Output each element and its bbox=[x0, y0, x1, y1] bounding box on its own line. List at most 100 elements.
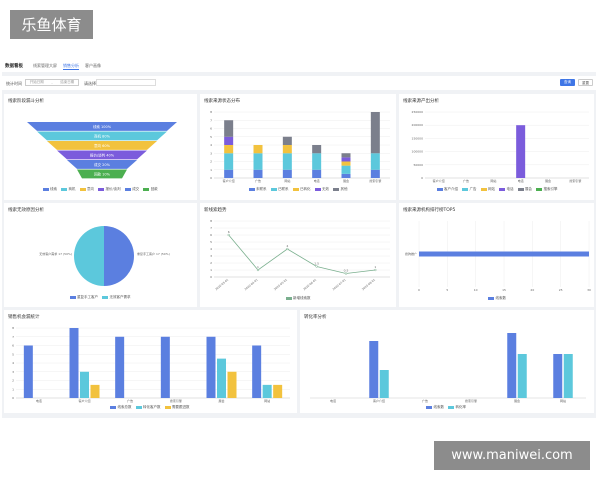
legend-item[interactable]: 新增线索数 bbox=[285, 296, 311, 301]
legend-label: 其他 bbox=[340, 187, 348, 191]
legend-item[interactable]: 成交 bbox=[124, 187, 139, 192]
legend-item[interactable]: 线索总数 bbox=[110, 405, 132, 410]
date-label: 统计时间 bbox=[6, 81, 22, 86]
watermark-url: www.maniwei.com bbox=[434, 441, 590, 470]
y-tick-label: 搜狗推广 bbox=[405, 251, 417, 256]
legend-item[interactable]: 无效客户需求 bbox=[102, 295, 131, 300]
trend-panel: 新线索趋势 0 1 2 3 4 5 6 7 8 6 2020-03-01 1 2020-04-01 4 20… bbox=[200, 203, 396, 307]
y-tick-label: 3 bbox=[210, 254, 212, 258]
legend-item[interactable]: 转化客户数 bbox=[135, 405, 161, 410]
legend-item[interactable]: 电话 bbox=[499, 187, 514, 192]
x-tick-label: 展会 bbox=[343, 178, 349, 183]
region-select[interactable] bbox=[96, 79, 156, 86]
bar-segment bbox=[224, 153, 234, 170]
filter-bar: 统计时间 开始日期 - 结束日期 请选择 查询 重置 bbox=[2, 76, 596, 90]
legend-item[interactable]: 回款 bbox=[143, 187, 158, 192]
trend-line-chart: 0 1 2 3 4 5 6 7 8 6 2020-03-01 1 2020-04-01 4 2020-05-… bbox=[210, 219, 390, 292]
x-tick-label: 广告 bbox=[422, 398, 428, 403]
funnel-stage-label: 商机 80% bbox=[94, 134, 111, 139]
data-point bbox=[286, 247, 289, 251]
legend-item[interactable]: 广告 bbox=[462, 187, 477, 192]
bar bbox=[379, 370, 389, 398]
pie-slice bbox=[104, 226, 134, 286]
type-pie-chart: 无效客户需求 17 (50%) 重复手工客户 17 (50%) bbox=[39, 226, 170, 286]
legend-item[interactable]: 已联系 bbox=[270, 187, 289, 192]
legend-item[interactable]: 转化率 bbox=[448, 405, 466, 410]
data-label: 1 bbox=[257, 265, 259, 269]
tab-customer-profile[interactable]: 客户画像 bbox=[85, 63, 101, 69]
legend-item[interactable]: 报价/谈判 bbox=[98, 187, 121, 192]
date-range-picker[interactable]: 开始日期 - 结束日期 bbox=[25, 79, 79, 86]
legend-item[interactable]: 线索数 bbox=[426, 405, 444, 410]
legend-item[interactable]: 展会 bbox=[517, 187, 532, 192]
chart-legend: 线索数 bbox=[488, 296, 506, 301]
type-panel: 线索无效原因分析 无效客户需求 17 (50%) 重复手工客户 17 (50%) … bbox=[4, 203, 197, 307]
y-tick-label: 5 bbox=[12, 352, 14, 356]
bar-segment bbox=[282, 145, 292, 154]
legend-item[interactable]: 商机 bbox=[61, 187, 76, 192]
legend-item[interactable]: 客户介绍 bbox=[436, 187, 458, 192]
follow-panel: 销售机会漏统计 0 1 2 3 4 5 6 7 8 电话 客户介绍 广告 搜索引擎 展会 网站 线索总数 转化… bbox=[4, 310, 297, 413]
legend-label: 线索总数 bbox=[117, 405, 132, 409]
legend-label: 已联系 bbox=[278, 187, 289, 191]
bar-segment bbox=[312, 153, 322, 170]
bar-segment bbox=[341, 165, 351, 174]
reset-button[interactable]: 重置 bbox=[578, 79, 593, 86]
legend-label: 未联系 bbox=[256, 187, 267, 191]
legend-item[interactable]: 已转化 bbox=[292, 187, 311, 192]
x-tick-label: 电话 bbox=[330, 398, 336, 403]
x-tick-label: 10 bbox=[474, 288, 478, 292]
bar bbox=[206, 336, 216, 398]
legend-item[interactable]: 网站 bbox=[480, 187, 495, 192]
y-tick-label: 0 bbox=[210, 275, 212, 279]
legend-item[interactable]: 线索 bbox=[42, 187, 57, 192]
legend-swatch bbox=[79, 188, 86, 191]
chart-legend: 线索 商机 意向 报价/谈判 成交 回款 bbox=[42, 187, 158, 192]
y-tick-label: 7 bbox=[210, 226, 212, 230]
legend-item[interactable]: 线索数 bbox=[488, 296, 506, 301]
x-tick-label: 5 bbox=[446, 288, 448, 292]
legend-swatch bbox=[436, 188, 443, 191]
legend-item[interactable]: 重复手工客户 bbox=[69, 295, 98, 300]
top5-panel: 线索来源机构排行榜TOP5 0 5 10 15 20 25 30 搜狗推广 线索数 bbox=[399, 203, 594, 307]
data-point bbox=[374, 268, 377, 272]
x-tick-label: 展会 bbox=[545, 178, 551, 183]
legend-swatch bbox=[69, 296, 76, 299]
x-tick-label: 15 bbox=[502, 288, 506, 292]
bar-segment bbox=[341, 153, 351, 158]
chart-legend: 客户介绍 广告 网站 电话 展会 搜索引擎 bbox=[436, 187, 558, 192]
legend-label: 展会 bbox=[525, 187, 532, 191]
tab-lead-screen[interactable]: 线索管理大屏 bbox=[33, 63, 57, 69]
legend-swatch bbox=[480, 188, 487, 191]
legend-label: 回款 bbox=[150, 187, 158, 191]
x-tick-label: 2020-05-01 bbox=[273, 278, 288, 292]
legend-item[interactable]: 搜索引擎 bbox=[536, 187, 558, 192]
x-tick-label: 电话 bbox=[314, 178, 320, 183]
legend-label: 客户介绍 bbox=[444, 187, 458, 191]
pie-slice-label: 重复手工客户 17 (50%) bbox=[137, 251, 170, 256]
x-tick-label: 搜索引擎 bbox=[465, 398, 477, 403]
x-tick-label: 网站 bbox=[560, 398, 566, 403]
legend-swatch bbox=[426, 406, 432, 409]
tab-sales-analysis[interactable]: 销售分析 bbox=[63, 63, 79, 70]
bar-segment bbox=[282, 153, 292, 170]
bar-segment bbox=[224, 136, 234, 145]
y-tick-label: 8 bbox=[12, 326, 14, 330]
top-nav: 数据看板 线索管理大屏 销售分析 客户画像 bbox=[2, 60, 596, 72]
legend-item[interactable]: 无效 bbox=[314, 187, 329, 192]
legend-swatch bbox=[292, 188, 299, 191]
chart-legend: 线索总数 转化客户数 需要跟进数 bbox=[110, 405, 190, 410]
y-tick-label: 2 bbox=[210, 261, 212, 265]
bar bbox=[507, 333, 517, 398]
legend-item[interactable]: 其他 bbox=[333, 187, 348, 192]
query-button[interactable]: 查询 bbox=[560, 79, 575, 86]
legend-label: 重复手工客户 bbox=[77, 295, 98, 299]
y-tick-label: 1 bbox=[12, 387, 14, 391]
legend-item[interactable]: 意向 bbox=[79, 187, 94, 192]
data-point bbox=[344, 272, 348, 275]
legend-item[interactable]: 未联系 bbox=[248, 187, 267, 192]
chart-legend: 重复手工客户 无效客户需求 bbox=[69, 295, 131, 300]
x-tick-label: 搜索引擎 bbox=[369, 178, 381, 183]
legend-item[interactable]: 需要跟进数 bbox=[164, 405, 190, 410]
y-tick-label: 3 bbox=[210, 151, 212, 155]
